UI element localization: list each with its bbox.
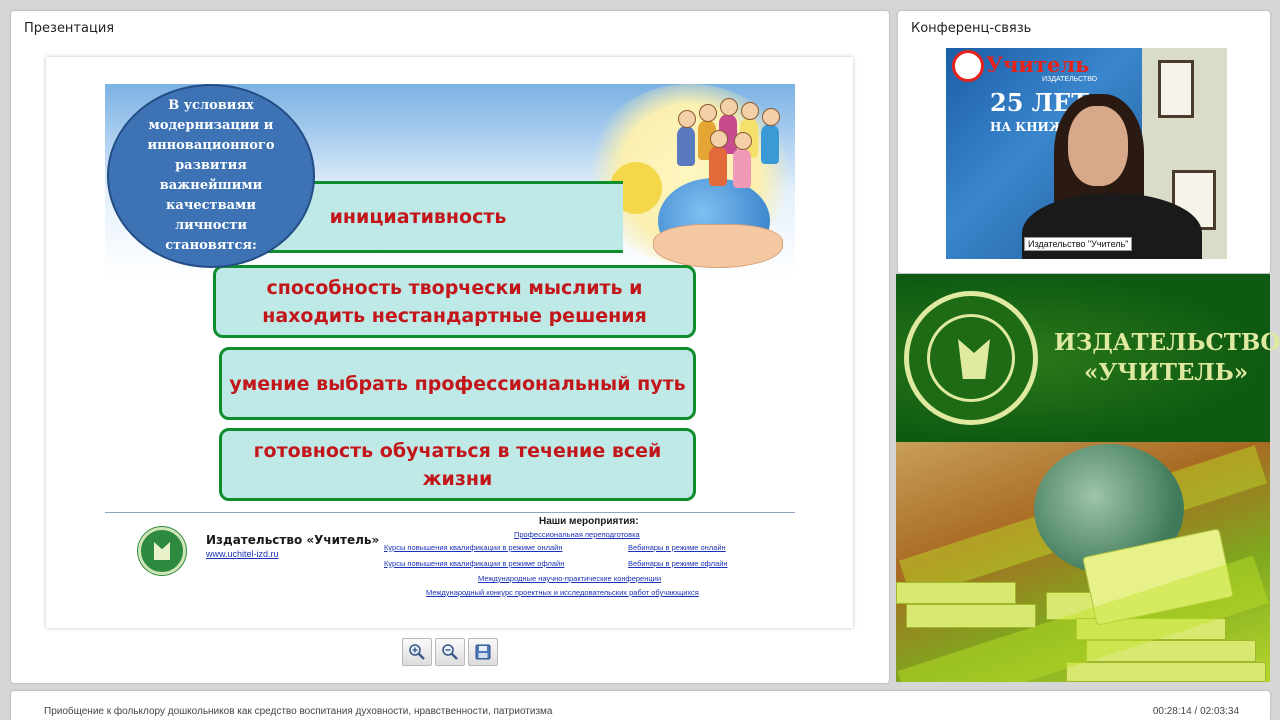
presentation-panel: Презентация В условиях модернизации и ин… <box>11 11 889 683</box>
save-button[interactable] <box>468 638 498 666</box>
books-image <box>896 442 1270 682</box>
banner-title: Учитель <box>986 52 1090 77</box>
zoom-out-button[interactable] <box>435 638 465 666</box>
event-link[interactable]: Международные научно-практические конфер… <box>478 574 661 583</box>
publisher-logo-icon <box>138 527 186 575</box>
book-stack <box>1066 662 1266 682</box>
event-link[interactable]: Вебинары в режиме офлайн <box>628 559 728 568</box>
child-figure <box>677 110 696 166</box>
save-icon <box>475 644 491 660</box>
event-link[interactable]: Международный конкурс проектных и исслед… <box>426 588 699 597</box>
event-link[interactable]: Курсы повышения квалификации в режиме оф… <box>384 559 564 568</box>
slide-toolbar <box>402 638 498 666</box>
intro-circle: В условиях модернизации и инновационного… <box>107 84 315 268</box>
event-link[interactable]: Профессиональная переподготовка <box>514 530 640 539</box>
playback-time: 00:28:14 / 02:03:34 <box>1152 706 1239 717</box>
book-stack <box>906 604 1036 628</box>
hands-illustration <box>653 224 783 268</box>
certificate-frame <box>1158 60 1194 118</box>
banner-logo-icon <box>952 50 984 82</box>
publisher-url-link[interactable]: www.uchitel-izd.ru <box>206 549 279 559</box>
webinar-title: Приобщение к фольклору дошкольников как … <box>44 706 553 717</box>
child-figure <box>709 130 728 186</box>
player-bottom-bar: Приобщение к фольклору дошкольников как … <box>11 691 1270 720</box>
zoom-in-icon <box>409 644 425 660</box>
quality-item-3: умение выбрать профессиональный путь <box>219 347 696 420</box>
banner-subtitle: ИЗДАТЕЛЬСТВО <box>1042 76 1098 83</box>
zoom-in-button[interactable] <box>402 638 432 666</box>
slide-viewer[interactable]: В условиях модернизации и инновационного… <box>46 57 853 628</box>
event-link[interactable]: Курсы повышения квалификации в режиме он… <box>384 543 563 552</box>
child-figure <box>761 108 780 164</box>
events-title: Наши мероприятия: <box>539 516 639 527</box>
book-stack <box>896 582 1016 604</box>
speaker-name-tag: Издательство "Учитель" <box>1024 237 1133 251</box>
brand-banner: ИЗДАТЕЛЬСТВО «УЧИТЕЛЬ» <box>896 274 1280 442</box>
publisher-name: Издательство «Учитель» <box>206 533 380 547</box>
brand-line-1: ИЗДАТЕЛЬСТВО <box>1054 329 1280 356</box>
brand-mark-icon <box>958 339 990 379</box>
presentation-panel-title: Презентация <box>24 21 115 36</box>
speaker-face <box>1068 106 1128 186</box>
video-feed[interactable]: Учитель ИЗДАТЕЛЬСТВО 25 ЛЕТ НА КНИЖНОМ Р… <box>946 48 1227 259</box>
quality-item-2: способность творчески мыслить и находить… <box>213 265 696 338</box>
brand-logo-icon <box>904 291 1038 425</box>
brand-line-2: «УЧИТЕЛЬ» <box>1084 359 1249 386</box>
event-link[interactable]: Вебинары в режиме онлайн <box>628 543 726 552</box>
conference-panel: Конференц-связь Учитель ИЗДАТЕЛЬСТВО 25 … <box>898 11 1270 273</box>
quality-item-4: готовность обучаться в течение всей жизн… <box>219 428 696 501</box>
slide-content: В условиях модернизации и инновационного… <box>105 84 795 512</box>
child-figure <box>733 132 752 188</box>
brand-logo-inner <box>927 314 1015 402</box>
slide-divider <box>105 512 795 513</box>
conference-panel-title: Конференц-связь <box>911 21 1032 36</box>
zoom-out-icon <box>442 644 458 660</box>
